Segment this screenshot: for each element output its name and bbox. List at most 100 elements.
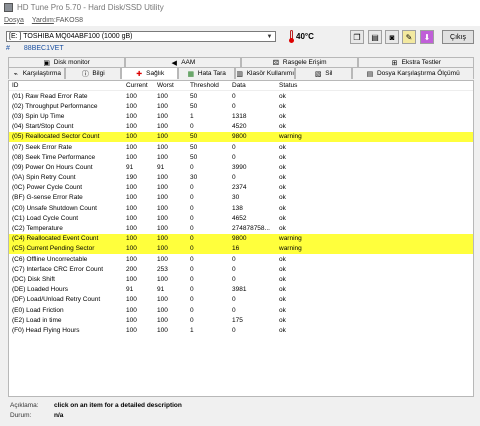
- tab-erase[interactable]: ▧ Sil: [295, 67, 352, 79]
- cell-data: 1318: [232, 112, 247, 120]
- cell-id: (09) Power On Hours Count: [12, 163, 93, 171]
- cell-worst: 100: [157, 92, 168, 100]
- cell-current: 100: [126, 245, 137, 253]
- table-row[interactable]: (DC) Disk Shift 100 100 0 0 ok: [9, 274, 473, 284]
- table-row[interactable]: (E2) Load in time 100 100 0 175 ok: [9, 315, 473, 325]
- cell-id: (DC) Disk Shift: [12, 275, 55, 283]
- table-row[interactable]: (C7) Interface CRC Error Count 200 253 0 0 ok: [9, 264, 473, 274]
- table-row[interactable]: (BF) G-sense Error Rate 100 100 0 30 ok: [9, 193, 473, 203]
- table-row[interactable]: (F0) Head Flying Hours 100 100 1 0 ok: [9, 325, 473, 335]
- tab-folder-usage[interactable]: ▥ Klasör Kullanımı: [234, 67, 296, 79]
- folder-usage-icon: ▥: [236, 70, 243, 78]
- table-row[interactable]: (07) Seek Error Rate 100 100 50 0 ok: [9, 142, 473, 152]
- cell-current: 100: [126, 102, 137, 110]
- speaker-icon: ◀: [171, 59, 177, 67]
- col-header-status[interactable]: Status: [276, 82, 336, 89]
- tab-info[interactable]: ⓘ Bilgi: [64, 67, 122, 79]
- tab-disk-monitor[interactable]: ▣ Disk monitor: [8, 57, 125, 67]
- screenshot-button[interactable]: ◙: [385, 30, 399, 44]
- download-icon: ⬇: [423, 32, 431, 42]
- cell-threshold: 0: [190, 163, 194, 171]
- cell-threshold: 0: [190, 214, 194, 222]
- download-button[interactable]: ⬇: [420, 30, 434, 44]
- cell-threshold: 0: [190, 296, 194, 304]
- cell-data: 0: [232, 306, 236, 314]
- health-icon: ✚: [136, 70, 143, 78]
- cell-current: 100: [126, 112, 137, 120]
- cell-worst: 100: [157, 296, 168, 304]
- table-row[interactable]: (05) Reallocated Sector Count 100 100 50 980…: [9, 131, 473, 142]
- table-row[interactable]: (E0) Load Friction 100 100 0 0 ok: [9, 305, 473, 315]
- menu-yardim[interactable]: Yardım: [32, 17, 54, 24]
- tab-label: Disk monitor: [53, 59, 90, 66]
- cell-id: (DE) Loaded Hours: [12, 286, 68, 294]
- table-row[interactable]: (0A) Spin Retry Count 190 100 30 0 ok: [9, 173, 473, 183]
- cell-id: (BF) G-sense Error Rate: [12, 194, 83, 202]
- cell-status: ok: [279, 316, 286, 324]
- table-row[interactable]: (01) Raw Read Error Rate 100 100 50 0 ok: [9, 91, 473, 101]
- cell-data: 4652: [232, 214, 247, 222]
- cell-id: (04) Start/Stop Count: [12, 123, 74, 131]
- cell-id: (F0) Head Flying Hours: [12, 326, 80, 334]
- tab-label: Dosya Karşılaştırma Ölçümü: [376, 70, 460, 77]
- table-row[interactable]: (0C) Power Cycle Count 100 100 0 2374 ok: [9, 183, 473, 193]
- table-row[interactable]: (C5) Current Pending Sector 100 100 0 16 warn…: [9, 243, 473, 254]
- options-button[interactable]: ✎: [402, 30, 416, 44]
- copy-info-button[interactable]: ❐: [350, 30, 364, 44]
- tabs-row-2: ⌁ Karşılaştırma ⓘ Bilgi ✚ Sağlık ▦ Hata Tara…: [8, 67, 474, 79]
- cell-worst: 100: [157, 225, 168, 233]
- cell-status: warning: [279, 133, 302, 141]
- cell-current: 91: [126, 286, 134, 294]
- col-header-id[interactable]: ID: [9, 82, 123, 89]
- cell-id: (E2) Load in time: [12, 316, 62, 324]
- table-row[interactable]: (DE) Loaded Hours 91 91 0 3981 ok: [9, 285, 473, 295]
- cell-current: 100: [126, 306, 137, 314]
- table-row[interactable]: (C6) Offline Uncorrectable 100 100 0 0 ok: [9, 254, 473, 264]
- table-row[interactable]: (08) Seek Time Performance 100 100 50 0 ok: [9, 152, 473, 162]
- cell-data: 0: [232, 326, 236, 334]
- cell-data: 3981: [232, 286, 247, 294]
- table-row[interactable]: (02) Throughput Performance 100 100 50 0 ok: [9, 101, 473, 111]
- description-value: click on an item for a detailed descript…: [54, 401, 182, 409]
- cell-id: (C1) Load Cycle Count: [12, 214, 79, 222]
- cell-current: 100: [126, 275, 137, 283]
- cell-worst: 91: [157, 286, 165, 294]
- col-header-current[interactable]: Current: [123, 82, 154, 89]
- tab-health[interactable]: ✚ Sağlık: [121, 67, 179, 79]
- cell-status: ok: [279, 265, 286, 273]
- tab-random-access[interactable]: ⚄ Rasgele Erişim: [241, 57, 358, 67]
- state-label: Durum:: [10, 411, 32, 419]
- cell-data: 2374: [232, 184, 247, 192]
- serial-value: 88BEC1VET: [23, 44, 64, 52]
- tab-extra-tests[interactable]: ⊞ Ekstra Testler: [357, 57, 474, 67]
- col-header-threshold[interactable]: Threshold: [187, 82, 229, 89]
- exit-button[interactable]: Çıkış: [442, 30, 474, 44]
- menu-dosya[interactable]: Dosya: [4, 17, 24, 24]
- cell-threshold: 0: [190, 194, 194, 202]
- table-row[interactable]: (C4) Reallocated Event Count 100 100 0 9800 w…: [9, 233, 473, 244]
- copy-text-button[interactable]: ▤: [368, 30, 382, 44]
- table-row[interactable]: (03) Spin Up Time 100 100 1 1318 ok: [9, 111, 473, 121]
- drive-select[interactable]: [E: ] TOSHIBA MQ04ABF100 (1000 gB) ▼: [6, 31, 276, 42]
- table-row[interactable]: (09) Power On Hours Count 91 91 0 3990 ok: [9, 162, 473, 172]
- tab-benchmark[interactable]: ⌁ Karşılaştırma: [8, 67, 65, 79]
- cell-threshold: 50: [190, 143, 198, 151]
- table-row[interactable]: (C1) Load Cycle Count 100 100 0 4652 ok: [9, 213, 473, 223]
- tab-aam[interactable]: ◀ AAM: [124, 57, 241, 67]
- table-row[interactable]: (C0) Unsafe Shutdown Count 100 100 0 138 ok: [9, 203, 473, 213]
- tab-error-scan[interactable]: ▦ Hata Tara: [178, 67, 235, 79]
- copy-icon: ❐: [353, 32, 361, 42]
- table-row[interactable]: (04) Start/Stop Count 100 100 0 4520 ok: [9, 122, 473, 132]
- description-label: Açıklama:: [10, 401, 39, 409]
- table-body: (01) Raw Read Error Rate 100 100 50 0 ok (02) …: [9, 91, 473, 336]
- col-header-data[interactable]: Data: [229, 82, 276, 89]
- table-row[interactable]: (C2) Temperature 100 100 0 274878758... ok: [9, 223, 473, 233]
- cell-current: 100: [126, 235, 137, 243]
- extra-tests-icon: ⊞: [391, 59, 398, 67]
- table-row[interactable]: (DF) Load/Unload Retry Count 100 100 0 0 ok: [9, 295, 473, 305]
- chevron-down-icon[interactable]: ▼: [265, 32, 274, 41]
- tab-label: Karşılaştırma: [22, 70, 61, 77]
- cell-current: 100: [126, 153, 137, 161]
- tab-file-benchmark[interactable]: ▤ Dosya Karşılaştırma Ölçümü: [351, 67, 474, 79]
- col-header-worst[interactable]: Worst: [154, 82, 187, 89]
